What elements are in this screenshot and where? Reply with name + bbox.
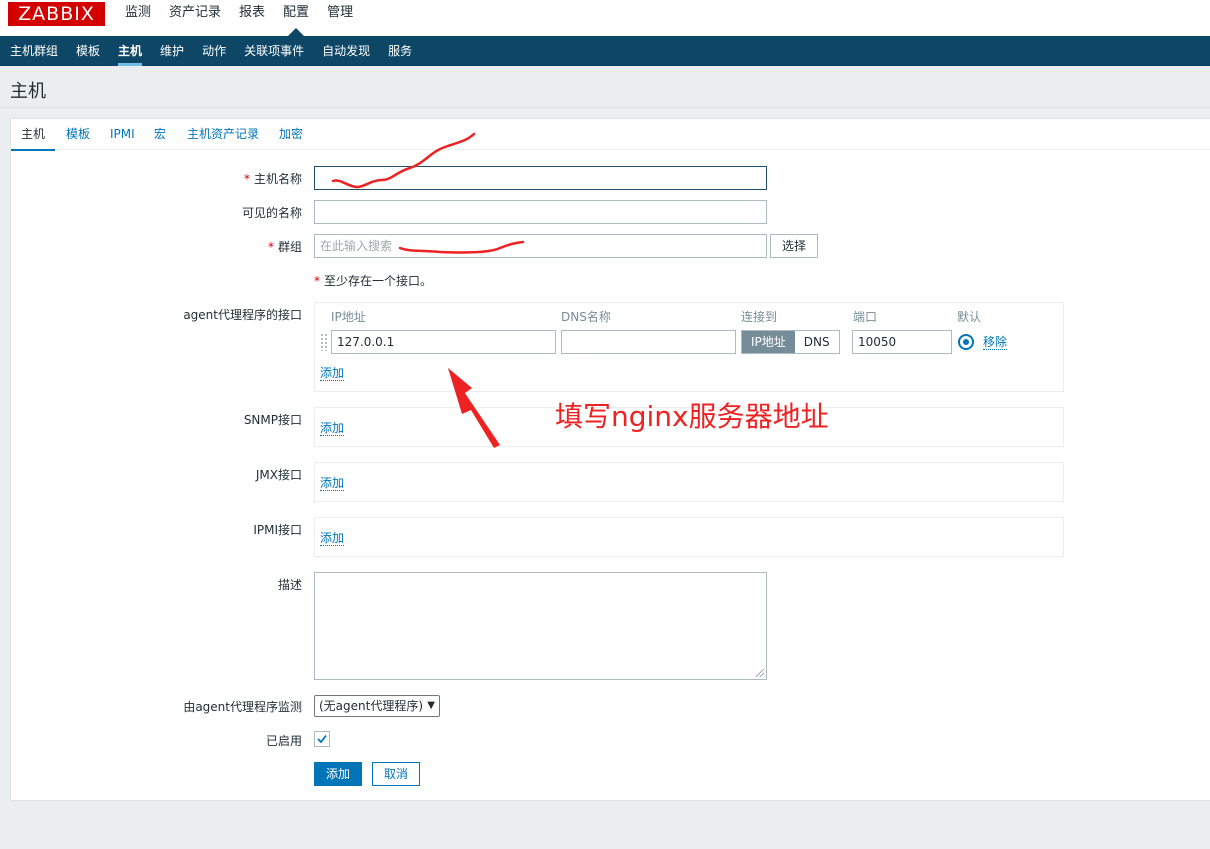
top-bar: ZABBIX 监测 资产记录 报表 配置 管理 [0,0,1210,36]
page-title: 主机 [10,81,46,102]
sub-menu: 主机群组 模板 主机 维护 动作 关联项事件 自动发现 服务 [0,36,1210,66]
resize-grip-icon[interactable] [756,669,764,677]
header-default: 默认 [957,310,982,324]
sub-menu-discovery[interactable]: 自动发现 [313,36,379,66]
tab-macros[interactable]: 宏 [154,119,166,150]
agent-dns-input[interactable] [561,330,736,354]
description-textarea[interactable] [314,572,767,680]
description-label: 描述 [277,578,302,592]
remove-interface-link[interactable]: 移除 [983,335,1008,350]
agent-port-input[interactable] [852,330,952,354]
groups-search-input[interactable] [314,234,767,258]
add-jmx-interface-link[interactable]: 添加 [320,476,345,491]
sub-menu-hosts[interactable]: 主机 [109,36,151,66]
add-agent-interface-link[interactable]: 添加 [320,366,345,381]
connect-ip-option[interactable]: IP地址 [742,331,795,353]
sub-menu-templates[interactable]: 模板 [67,36,109,66]
agent-interfaces-box: IP地址 DNS名称 连接到 端口 默认 IP地址 DNS 移除 添加 [314,302,1064,392]
add-button[interactable]: 添加 [314,762,362,786]
form-tabs: 主机 模板 IPMI 宏 主机资产记录 加密 [10,119,1210,151]
host-name-label: * 主机名称 [243,172,302,186]
annotation-text: 填写nginx服务器地址 [555,400,829,433]
sub-menu-maintenance[interactable]: 维护 [151,36,193,66]
main-menu-reports[interactable]: 报表 [230,0,274,36]
groups-label: * 群组 [267,240,302,254]
page-header: 主机 [0,66,1210,108]
drag-handle-icon[interactable] [320,333,327,351]
enabled-checkbox[interactable] [314,731,330,747]
tab-inventory[interactable]: 主机资产记录 [187,119,259,150]
visible-name-input[interactable] [314,200,767,224]
main-menu-configuration[interactable]: 配置 [274,0,318,36]
jmx-interfaces-label: JMX接口 [255,468,302,482]
ipmi-interfaces-box: 添加 [314,517,1064,557]
sub-menu-host-groups[interactable]: 主机群组 [1,36,67,66]
chevron-down-icon: ▼ [427,700,435,711]
header-dns: DNS名称 [561,310,611,324]
default-interface-radio[interactable] [958,334,974,350]
header-port: 端口 [853,310,878,324]
proxy-label: 由agent代理程序监测 [183,700,302,714]
sub-menu-correlation[interactable]: 关联项事件 [235,36,313,66]
sub-menu-actions[interactable]: 动作 [193,36,235,66]
connect-dns-option[interactable]: DNS [794,331,839,353]
connect-to-toggle: IP地址 DNS [741,330,840,354]
tab-encryption[interactable]: 加密 [279,119,303,150]
check-icon [317,734,327,744]
add-ipmi-interface-link[interactable]: 添加 [320,531,345,546]
header-ip: IP地址 [331,310,366,324]
zabbix-logo[interactable]: ZABBIX [8,2,105,26]
jmx-interfaces-box: 添加 [314,462,1064,502]
header-connect-to: 连接到 [741,310,778,324]
proxy-select[interactable]: (无agent代理程序) ▼ [314,695,440,717]
main-menu-monitoring[interactable]: 监测 [116,0,160,36]
tab-host[interactable]: 主机 [10,119,56,151]
add-snmp-interface-link[interactable]: 添加 [320,421,345,436]
sub-menu-services[interactable]: 服务 [379,36,421,66]
ipmi-interfaces-label: IPMI接口 [253,523,302,537]
main-menu-administration[interactable]: 管理 [318,0,362,36]
snmp-interfaces-label: SNMP接口 [243,413,302,427]
host-name-input[interactable] [314,166,767,190]
enabled-label: 已启用 [265,734,302,748]
interface-required-note: * 至少存在一个接口。 [314,274,433,288]
cancel-button[interactable]: 取消 [372,762,420,786]
visible-name-label: 可见的名称 [241,206,302,220]
main-menu-inventory[interactable]: 资产记录 [160,0,230,36]
tab-templates[interactable]: 模板 [66,119,90,150]
main-menu: 监测 资产记录 报表 配置 管理 [116,0,362,36]
groups-select-button[interactable]: 选择 [770,234,818,258]
host-form-panel: 主机 模板 IPMI 宏 主机资产记录 加密 *主机名称 可见的名称 *群组 选… [10,118,1210,801]
agent-interfaces-label: agent代理程序的接口 [183,308,302,322]
tab-ipmi[interactable]: IPMI [110,119,135,150]
agent-ip-input[interactable] [331,330,556,354]
